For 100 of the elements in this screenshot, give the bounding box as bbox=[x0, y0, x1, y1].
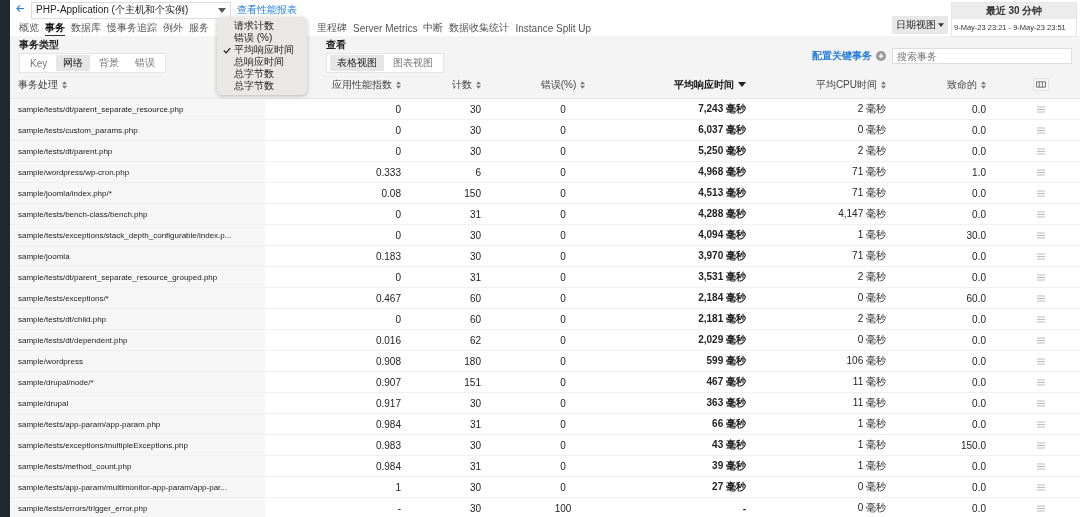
table-cell: 1 bbox=[395, 481, 401, 493]
table-cell: 30 bbox=[469, 397, 481, 409]
menu-item[interactable]: 平均响应时间 bbox=[217, 44, 307, 56]
table-cell: 106 毫秒 bbox=[846, 354, 886, 368]
table-cell: 0.917 bbox=[375, 397, 401, 409]
column-header[interactable]: 错误(%) bbox=[540, 77, 577, 92]
sort-icon[interactable] bbox=[396, 80, 401, 89]
add-icon[interactable] bbox=[876, 51, 886, 61]
column-header[interactable]: 计数 bbox=[452, 77, 472, 92]
table-cell: 150.0 bbox=[960, 439, 986, 451]
sort-icon[interactable] bbox=[580, 80, 586, 89]
sort-icon[interactable] bbox=[881, 80, 886, 89]
row-menu-icon[interactable] bbox=[1037, 378, 1045, 386]
filter-label: 查看 bbox=[326, 38, 348, 52]
table-cell: 2 毫秒 bbox=[857, 312, 886, 326]
row-menu-icon[interactable] bbox=[1037, 126, 1045, 134]
table-cell: 150 bbox=[464, 187, 481, 199]
tab[interactable]: 服务 bbox=[189, 21, 209, 35]
table-cell: 467 毫秒 bbox=[706, 375, 746, 389]
menu-item[interactable]: 错误 (%) bbox=[217, 32, 307, 44]
tab[interactable]: 里程碑 bbox=[317, 21, 347, 35]
row-menu-icon[interactable] bbox=[1037, 147, 1045, 155]
tab[interactable]: 中断 bbox=[423, 21, 444, 35]
type-option[interactable]: 错误 bbox=[128, 55, 163, 71]
app-select[interactable]: PHP-Application (个主机和个实例) bbox=[31, 1, 231, 19]
row-menu-icon[interactable] bbox=[1037, 399, 1045, 407]
row-menu-icon[interactable] bbox=[1037, 441, 1045, 449]
table-cell: 0.0 bbox=[972, 313, 986, 325]
columns-icon[interactable] bbox=[1033, 78, 1049, 91]
table-cell: sample/tests/errors/trigger_error.php bbox=[18, 503, 148, 513]
table-cell: 0 bbox=[560, 334, 566, 346]
column-header[interactable]: 平均CPU时间 bbox=[815, 77, 877, 92]
table-cell: 1.0 bbox=[972, 166, 986, 178]
row-menu-icon[interactable] bbox=[1037, 168, 1045, 176]
table-cell: 0 毫秒 bbox=[857, 333, 886, 347]
row-menu-icon[interactable] bbox=[1037, 315, 1045, 323]
table-cell: 1 毫秒 bbox=[857, 438, 886, 452]
table-cell: 0 bbox=[560, 187, 566, 199]
table-cell: 4,968 毫秒 bbox=[698, 165, 746, 179]
table-cell: 0 bbox=[560, 376, 566, 388]
table-cell: 71 毫秒 bbox=[852, 186, 886, 200]
table-cell: 2,181 毫秒 bbox=[698, 312, 746, 326]
row-menu-icon[interactable] bbox=[1037, 483, 1045, 491]
report-link[interactable]: 查看性能报表 bbox=[237, 3, 297, 17]
menu-item[interactable]: 总字节数 bbox=[217, 80, 307, 92]
sort-icon[interactable] bbox=[981, 80, 986, 89]
table-cell: 0 bbox=[560, 397, 566, 409]
tab[interactable]: 数据收集统计 bbox=[449, 21, 510, 35]
tab[interactable]: 概览 bbox=[19, 21, 39, 35]
view-option[interactable]: 表格视图 bbox=[330, 55, 385, 71]
configure-link[interactable]: 配置关键事务 bbox=[812, 49, 872, 63]
search-field[interactable]: 搜索事务 bbox=[892, 48, 1072, 64]
row-menu-icon[interactable] bbox=[1037, 189, 1045, 197]
row-menu-icon[interactable] bbox=[1037, 273, 1045, 281]
menu-item[interactable]: 总字节数 bbox=[217, 68, 307, 80]
row-menu-icon[interactable] bbox=[1037, 105, 1045, 113]
menu-item[interactable]: 总响应时间 bbox=[217, 56, 307, 68]
row-menu-icon[interactable] bbox=[1037, 504, 1045, 512]
type-option[interactable]: 背景 bbox=[92, 55, 127, 71]
column-header[interactable]: 应用性能指数 bbox=[332, 77, 392, 92]
table-cell: 0 bbox=[560, 292, 566, 304]
tab[interactable]: 数据库 bbox=[71, 21, 101, 35]
type-option[interactable]: Key bbox=[23, 55, 55, 71]
column-header[interactable]: 事务处理 bbox=[18, 77, 58, 92]
row-menu-icon[interactable] bbox=[1037, 252, 1045, 260]
column-header[interactable]: 平均响应时间 bbox=[674, 77, 734, 92]
table-cell: 100 bbox=[554, 502, 572, 514]
table-cell: 0.0 bbox=[972, 460, 986, 472]
menu-item[interactable]: 请求计数 bbox=[217, 20, 307, 32]
row-menu-icon[interactable] bbox=[1037, 210, 1045, 218]
tab[interactable]: 事务 bbox=[45, 20, 65, 36]
table-cell: 0.907 bbox=[375, 376, 401, 388]
table-cell: sample/wordpress bbox=[18, 356, 83, 366]
tab[interactable]: 例外 bbox=[163, 21, 183, 35]
table-cell: 0 毫秒 bbox=[857, 501, 886, 515]
view-option[interactable]: 图表视图 bbox=[386, 55, 441, 71]
tab[interactable]: Instance Split Up bbox=[515, 22, 592, 34]
table-cell: 0.467 bbox=[375, 292, 401, 304]
sort-icon[interactable] bbox=[62, 80, 67, 89]
column-header[interactable]: 致命的 bbox=[947, 77, 977, 92]
table-cell: 4,288 毫秒 bbox=[698, 207, 746, 221]
type-option[interactable]: 网络 bbox=[56, 55, 91, 71]
table-cell: 5,250 毫秒 bbox=[698, 144, 746, 158]
row-menu-icon[interactable] bbox=[1037, 462, 1045, 470]
sort-icon[interactable] bbox=[476, 80, 481, 89]
row-menu-icon[interactable] bbox=[1037, 420, 1045, 428]
row-menu-icon[interactable] bbox=[1037, 357, 1045, 365]
tab[interactable]: Server Metrics bbox=[353, 22, 418, 34]
table-cell: 60 bbox=[469, 292, 481, 304]
table-cell: 39 毫秒 bbox=[712, 459, 746, 473]
table-cell: 0 bbox=[560, 271, 566, 283]
row-menu-icon[interactable] bbox=[1037, 294, 1045, 302]
row-menu-icon[interactable] bbox=[1037, 231, 1045, 239]
tab[interactable]: 慢事务追踪 bbox=[107, 21, 157, 35]
row-menu-icon[interactable] bbox=[1037, 336, 1045, 344]
date-view-button[interactable]: 日期视图 bbox=[892, 16, 948, 34]
back-arrow-icon[interactable] bbox=[16, 3, 25, 13]
caret-icon bbox=[938, 23, 944, 27]
table-cell: 2,184 毫秒 bbox=[698, 291, 746, 305]
table-cell: 151 bbox=[464, 376, 481, 388]
